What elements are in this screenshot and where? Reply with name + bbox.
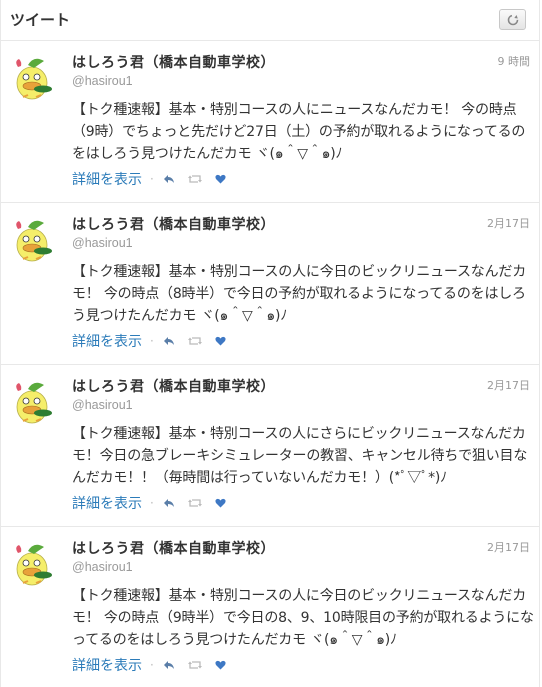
retweet-icon[interactable] xyxy=(187,172,202,186)
retweet-icon[interactable] xyxy=(187,496,202,510)
show-details-link[interactable]: 詳細を表示 xyxy=(72,493,142,513)
tweet-text: 【トク種速報】基本・特別コースの人に今日のビックリニュースなんだカモ！ 今の時点… xyxy=(72,588,534,648)
tweet-item[interactable]: はしろう君（橋本自動車学校） @hasirou1 9 時間 【トク種速報】基本・… xyxy=(1,41,539,203)
separator-dot: · xyxy=(150,334,154,348)
show-details-link[interactable]: 詳細を表示 xyxy=(72,331,142,351)
favorite-icon[interactable] xyxy=(214,334,228,348)
tweet-text: 【トク種速報】基本・特別コースの人にさらにビックリニュースなんだカモ！今日の急ブ… xyxy=(72,426,528,486)
tweet-time[interactable]: 2月17日 xyxy=(487,215,530,231)
duck-avatar[interactable] xyxy=(10,53,60,103)
reply-icon[interactable] xyxy=(162,172,176,186)
tweet-actions: 詳細を表示 · xyxy=(72,331,240,351)
reply-icon[interactable] xyxy=(162,658,176,672)
favorite-icon[interactable] xyxy=(214,496,228,510)
author-handle[interactable]: @hasirou1 xyxy=(72,398,133,412)
tweet-text: 【トク種速報】基本・特別コースの人に今日のビックリニュースなんだカモ！ 今の時点… xyxy=(72,264,526,324)
author-handle[interactable]: @hasirou1 xyxy=(72,74,133,88)
reply-icon[interactable] xyxy=(162,334,176,348)
retweet-icon[interactable] xyxy=(187,334,202,348)
author-handle[interactable]: @hasirou1 xyxy=(72,560,133,574)
author-name[interactable]: はしろう君（橋本自動車学校） xyxy=(72,52,275,72)
reply-icon[interactable] xyxy=(162,496,176,510)
tweet-actions: 詳細を表示 · xyxy=(72,655,240,675)
tweet-item[interactable]: はしろう君（橋本自動車学校） @hasirou1 2月17日 【トク種速報】基本… xyxy=(1,365,539,527)
timeline-title: ツイート xyxy=(10,11,71,29)
tweet-actions: 詳細を表示 · xyxy=(72,169,240,189)
tweet-item[interactable]: はしろう君（橋本自動車学校） @hasirou1 2月17日 【トク種速報】基本… xyxy=(1,527,539,687)
refresh-button[interactable] xyxy=(499,9,526,30)
tweet-text: 【トク種速報】基本・特別コースの人にニュースなんだカモ！ 今の時点（9時）でちょ… xyxy=(72,102,526,162)
duck-avatar[interactable] xyxy=(10,215,60,265)
author-name[interactable]: はしろう君（橋本自動車学校） xyxy=(72,376,275,396)
tweet-time[interactable]: 9 時間 xyxy=(498,53,531,69)
tweet-time[interactable]: 2月17日 xyxy=(487,377,530,393)
author-name[interactable]: はしろう君（橋本自動車学校） xyxy=(72,538,275,558)
tweet-actions: 詳細を表示 · xyxy=(72,493,240,513)
separator-dot: · xyxy=(150,658,154,672)
timeline-header: ツイート xyxy=(1,0,539,41)
show-details-link[interactable]: 詳細を表示 xyxy=(72,655,142,675)
separator-dot: · xyxy=(150,496,154,510)
favorite-icon[interactable] xyxy=(214,658,228,672)
retweet-icon[interactable] xyxy=(187,658,202,672)
tweet-time[interactable]: 2月17日 xyxy=(487,539,530,555)
duck-avatar[interactable] xyxy=(10,377,60,427)
author-handle[interactable]: @hasirou1 xyxy=(72,236,133,250)
separator-dot: · xyxy=(150,172,154,186)
tweet-timeline: ツイート はしろう君（橋本自動車学校） @hasirou1 9 時間 【トク種速… xyxy=(0,0,540,687)
favorite-icon[interactable] xyxy=(214,172,228,186)
tweet-item[interactable]: はしろう君（橋本自動車学校） @hasirou1 2月17日 【トク種速報】基本… xyxy=(1,203,539,365)
author-name[interactable]: はしろう君（橋本自動車学校） xyxy=(72,214,275,234)
duck-avatar[interactable] xyxy=(10,539,60,589)
refresh-icon xyxy=(507,14,518,25)
show-details-link[interactable]: 詳細を表示 xyxy=(72,169,142,189)
